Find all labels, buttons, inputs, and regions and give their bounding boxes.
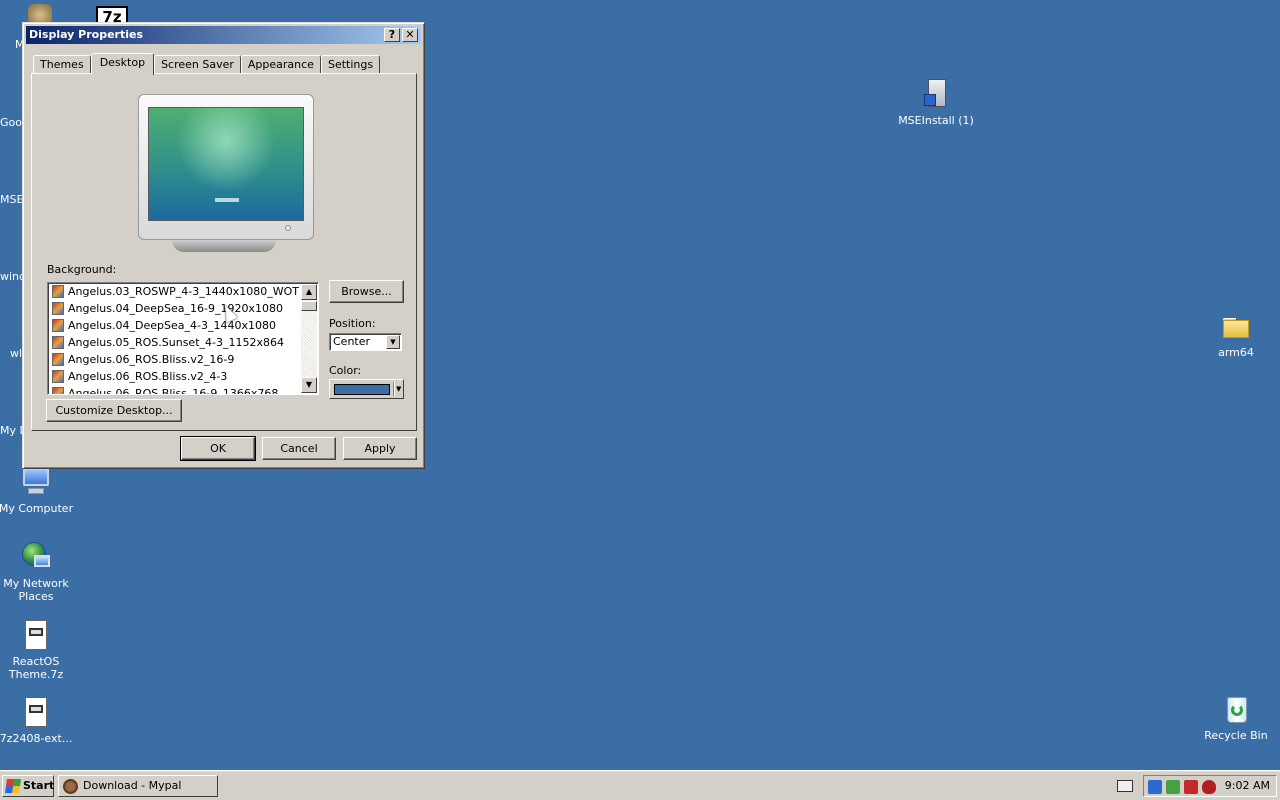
desktop-icon-label: My Computer [0, 502, 74, 515]
network-icon [20, 541, 52, 573]
tab-appearance[interactable]: Appearance [240, 55, 321, 74]
list-item-label: Angelus.06_ROS.Bliss.v2_4-3 [68, 370, 228, 383]
cancel-button[interactable]: Cancel [262, 437, 336, 460]
display-properties-dialog: Display Properties ? ✕ Themes Desktop Sc… [22, 22, 425, 469]
partial-desktop-label: Goo [0, 116, 22, 129]
image-file-icon [52, 387, 64, 394]
monitor-power-led [285, 225, 291, 231]
start-button[interactable]: Start [2, 775, 54, 797]
image-file-icon [52, 302, 64, 315]
taskbar-item-label: Download - Mypal [83, 779, 182, 792]
image-file-icon [52, 336, 64, 349]
apply-button[interactable]: Apply [343, 437, 417, 460]
dialog-title: Display Properties [29, 28, 144, 41]
windows-logo-icon [5, 779, 21, 793]
list-scrollbar[interactable]: ▲ ▼ [301, 284, 317, 393]
archive-icon [20, 619, 52, 651]
image-file-icon [52, 285, 64, 298]
image-file-icon [52, 353, 64, 366]
list-item[interactable]: Angelus.04_DeepSea_4-3_1440x1080 [48, 317, 318, 334]
desktop-icon-reactos-theme[interactable]: ReactOS Theme.7z [0, 619, 74, 681]
alert-icon[interactable] [1184, 780, 1198, 794]
computer-icon [20, 466, 52, 498]
desktop-icon-label: My Network Places [3, 577, 69, 603]
list-item-label: Angelus.04_DeepSea_4-3_1440x1080 [68, 319, 276, 332]
position-select[interactable]: Center ▼ [329, 333, 402, 351]
list-item-label: Angelus.05_ROS.Sunset_4-3_1152x864 [68, 336, 284, 349]
partial-desktop-label: MSE [0, 193, 24, 206]
tab-desktop[interactable]: Desktop [90, 53, 155, 75]
scroll-down-arrow-icon[interactable]: ▼ [301, 377, 317, 393]
system-tray: 9:02 AM [1143, 775, 1277, 797]
desktop-icon-my-computer[interactable]: My Computer [0, 466, 74, 515]
mypal-browser-icon [63, 779, 78, 794]
list-item-label: Angelus.03_ROSWP_4-3_1440x1080_WOT [68, 285, 300, 298]
list-item-label: Angelus.06_ROS.Bliss_16-9_1366x768 [68, 387, 279, 395]
position-label: Position: [329, 317, 376, 330]
monitor-stand [172, 240, 276, 252]
wallpaper-preview [148, 107, 304, 221]
partial-desktop-label: wl [10, 347, 23, 360]
desktop-icon-7z2408[interactable]: 7z2408-ext... [0, 696, 74, 745]
scroll-thumb[interactable] [301, 301, 317, 311]
start-label: Start [23, 779, 55, 792]
desktop-icon-label: 7z2408-ext... [0, 732, 73, 745]
ok-button[interactable]: OK [180, 436, 256, 461]
list-item[interactable]: Angelus.06_ROS.Bliss.v2_16-9 [48, 351, 318, 368]
background-list[interactable]: Angelus.03_ROSWP_4-3_1440x1080_WOT Angel… [47, 282, 319, 395]
desktop-icon-recycle-bin[interactable]: Recycle Bin [1198, 693, 1274, 742]
position-value: Center [333, 335, 371, 348]
usb-device-icon[interactable] [1166, 780, 1180, 794]
archive-icon [20, 696, 52, 728]
scroll-up-arrow-icon[interactable]: ▲ [301, 284, 317, 300]
desktop-icon-my-network-places[interactable]: My Network Places [0, 541, 74, 603]
list-item[interactable]: Angelus.05_ROS.Sunset_4-3_1152x864 [48, 334, 318, 351]
color-label: Color: [329, 364, 362, 377]
color-picker-button[interactable]: ▼ [329, 379, 404, 399]
installer-icon [920, 78, 952, 110]
desktop-icon-label: ReactOS Theme.7z [8, 655, 64, 681]
clock[interactable]: 9:02 AM [1225, 776, 1270, 796]
desktop-icon-label: arm64 [1218, 346, 1254, 359]
customize-desktop-button[interactable]: Customize Desktop... [46, 399, 182, 422]
tab-screen-saver[interactable]: Screen Saver [154, 55, 241, 74]
taskbar: Start Download - Mypal 9:02 AM [0, 770, 1280, 800]
network-status-icon[interactable] [1148, 780, 1162, 794]
desktop-icon-mseinstall[interactable]: MSEInstall (1) [898, 78, 974, 127]
taskbar-item-mypal[interactable]: Download - Mypal [58, 775, 218, 797]
list-item[interactable]: Angelus.03_ROSWP_4-3_1440x1080_WOT [48, 283, 318, 300]
keyboard-layout-icon[interactable] [1117, 780, 1133, 792]
tab-themes[interactable]: Themes [33, 55, 91, 74]
dialog-titlebar[interactable]: Display Properties ? ✕ [26, 26, 421, 44]
recycle-bin-icon [1220, 693, 1252, 725]
background-label: Background: [47, 263, 117, 276]
monitor-preview [138, 94, 314, 240]
list-item[interactable]: Angelus.04_DeepSea_16-9_1920x1080 [48, 300, 318, 317]
desktop-icon-arm64[interactable]: arm64 [1198, 310, 1274, 359]
chevron-down-icon: ▼ [396, 385, 402, 393]
tab-settings[interactable]: Settings [320, 55, 381, 74]
desktop-tab-panel: Background: Angelus.03_ROSWP_4-3_1440x10… [31, 73, 417, 431]
browse-button[interactable]: Browse... [329, 280, 404, 303]
close-button[interactable]: ✕ [402, 28, 418, 42]
desktop-icon-label: Recycle Bin [1204, 729, 1268, 742]
chevron-down-icon[interactable]: ▼ [386, 335, 400, 349]
image-file-icon [52, 319, 64, 332]
color-swatch [334, 384, 390, 395]
list-item[interactable]: Angelus.06_ROS.Bliss_16-9_1366x768 [48, 385, 318, 395]
list-item-label: Angelus.04_DeepSea_16-9_1920x1080 [68, 302, 283, 315]
help-button[interactable]: ? [384, 28, 400, 42]
security-shield-icon[interactable] [1202, 780, 1216, 794]
image-file-icon [52, 370, 64, 383]
desktop-icon-label: MSEInstall (1) [898, 114, 974, 127]
tab-strip: Themes Desktop Screen Saver Appearance S… [33, 53, 381, 75]
list-item[interactable]: Angelus.06_ROS.Bliss.v2_4-3 [48, 368, 318, 385]
list-item-label: Angelus.06_ROS.Bliss.v2_16-9 [68, 353, 235, 366]
folder-icon [1220, 310, 1252, 342]
